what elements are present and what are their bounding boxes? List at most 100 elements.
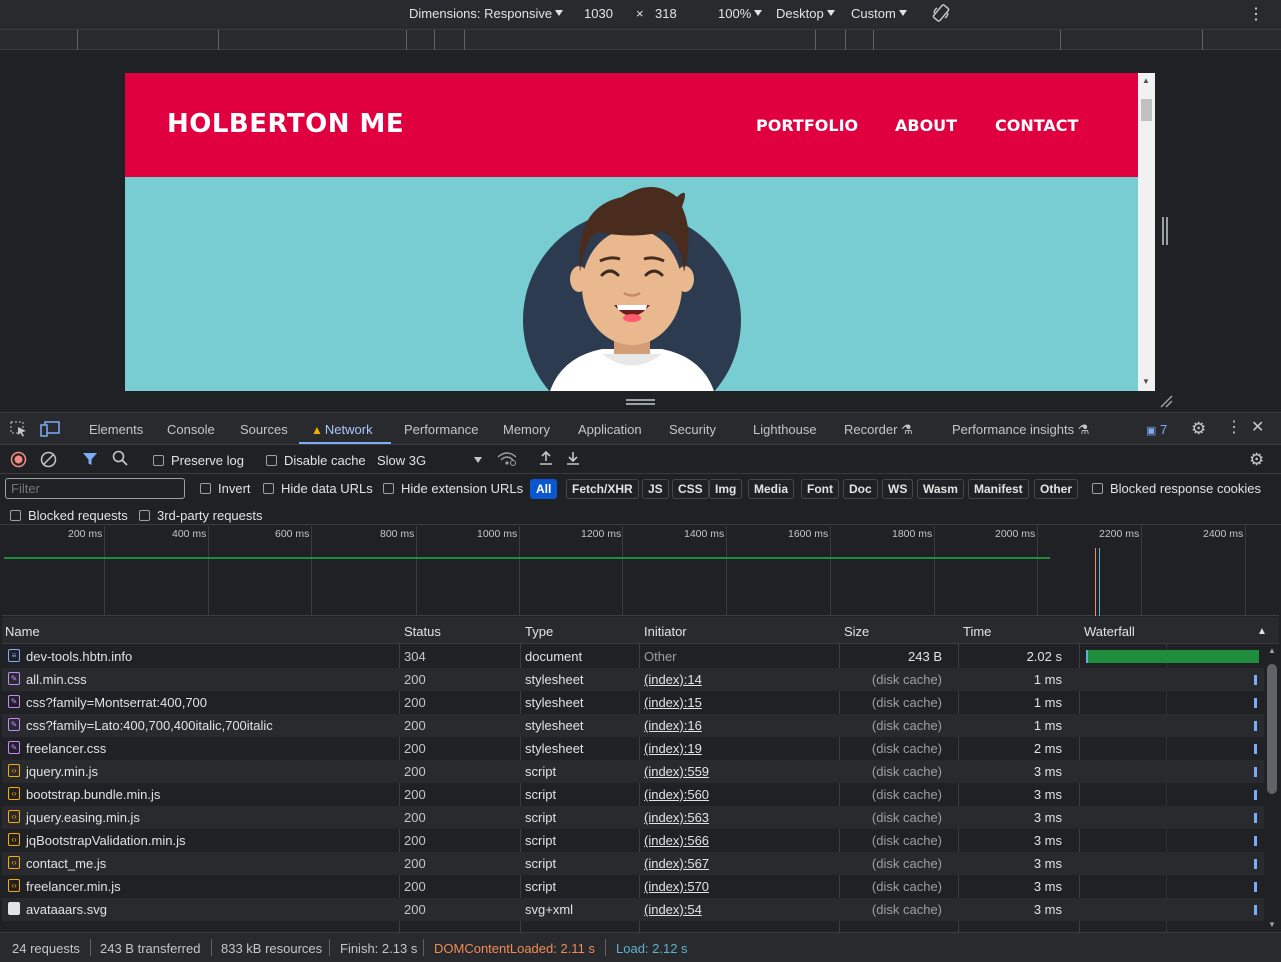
request-initiator[interactable]: (index):566 [644, 833, 709, 848]
tab-security[interactable]: Security [669, 422, 716, 437]
request-initiator[interactable]: (index):560 [644, 787, 709, 802]
request-name[interactable]: css?family=Montserrat:400,700 [26, 695, 207, 710]
dimensions-dropdown[interactable]: Dimensions: Responsive [409, 6, 564, 21]
type-filter-wasm[interactable]: Wasm [917, 479, 964, 499]
scrollbar-thumb[interactable] [1267, 664, 1277, 794]
request-initiator[interactable]: (index):567 [644, 856, 709, 871]
request-initiator[interactable]: (index):54 [644, 902, 702, 917]
request-name[interactable]: bootstrap.bundle.min.js [26, 787, 160, 802]
nav-link-portfolio[interactable]: PORTFOLIO [756, 116, 858, 135]
table-row[interactable]: ✎ css?family=Lato:400,700,400italic,700it… [2, 714, 1264, 737]
type-filter-font[interactable]: Font [801, 479, 839, 499]
type-filter-doc[interactable]: Doc [843, 479, 878, 499]
request-initiator[interactable]: (index):19 [644, 741, 702, 756]
hide-data-urls-checkbox[interactable]: Hide data URLs [263, 481, 373, 496]
import-har-icon[interactable] [538, 450, 554, 469]
column-header-type[interactable]: Type [525, 624, 553, 639]
close-icon[interactable]: ✕ [1251, 420, 1264, 436]
request-initiator[interactable]: (index):570 [644, 879, 709, 894]
column-header-name[interactable]: Name [5, 624, 40, 639]
sort-ascending-icon[interactable]: ▲ [1257, 626, 1267, 637]
type-filter-all[interactable]: All [530, 479, 558, 499]
request-initiator[interactable]: (index):16 [644, 718, 702, 733]
disable-cache-checkbox[interactable]: Disable cache [266, 453, 366, 468]
table-row[interactable]: ‹› jquery.easing.min.js 200 script (index):5… [2, 806, 1264, 829]
hide-extension-urls-checkbox[interactable]: Hide extension URLs [383, 481, 523, 496]
tab-recorder[interactable]: Recorder ⚗ [844, 422, 913, 438]
table-row[interactable]: avataaars.svg 200 svg+xml (index):54 (disk c… [2, 898, 1264, 921]
scrollbar-thumb[interactable] [1141, 99, 1152, 121]
height-input[interactable]: 318 [655, 6, 677, 21]
table-row[interactable]: ≡ dev-tools.hbtn.info 304 document Other 243 … [2, 645, 1264, 668]
request-name[interactable]: contact_me.js [26, 856, 106, 871]
device-type-dropdown[interactable]: Desktop [776, 6, 835, 21]
scroll-down-icon[interactable]: ▼ [1142, 377, 1150, 386]
search-icon[interactable] [112, 450, 128, 470]
network-settings-gear-icon[interactable]: ⚙ [1249, 451, 1264, 468]
table-row[interactable]: ‹› freelancer.min.js 200 script (index):570 (… [2, 875, 1264, 898]
resize-handle-bottom[interactable] [626, 399, 655, 405]
table-row[interactable]: ✎ all.min.css 200 stylesheet (index):14 (disk… [2, 668, 1264, 691]
resize-corner-icon[interactable] [1159, 394, 1173, 411]
scroll-up-icon[interactable]: ▲ [1268, 646, 1276, 655]
stop-recording-icon[interactable] [10, 451, 27, 471]
throttling-select[interactable]: Slow 3G [377, 453, 483, 468]
tab-network[interactable]: ▲ Network [311, 422, 373, 437]
table-row[interactable]: ‹› jqBootstrapValidation.min.js 200 script (… [2, 829, 1264, 852]
tab-memory[interactable]: Memory [503, 422, 550, 437]
more-vertical-icon[interactable]: ⋮ [1248, 4, 1264, 24]
request-initiator[interactable]: (index):14 [644, 672, 702, 687]
filter-icon[interactable] [82, 451, 98, 470]
throttle-dropdown[interactable]: Custom [851, 6, 907, 21]
request-name[interactable]: freelancer.min.js [26, 879, 121, 894]
type-filter-media[interactable]: Media [748, 479, 795, 499]
clear-icon[interactable] [40, 451, 57, 471]
table-row[interactable]: ‹› jquery.min.js 200 script (index):559 (disk… [2, 760, 1264, 783]
scroll-down-icon[interactable]: ▼ [1268, 920, 1276, 929]
request-name[interactable]: freelancer.css [26, 741, 106, 756]
request-initiator[interactable]: (index):559 [644, 764, 709, 779]
request-name[interactable]: avataaars.svg [26, 902, 107, 917]
tab-elements[interactable]: Elements [89, 422, 143, 437]
request-name[interactable]: jquery.min.js [26, 764, 98, 779]
tab-console[interactable]: Console [167, 422, 215, 437]
request-initiator[interactable]: (index):563 [644, 810, 709, 825]
table-row[interactable]: ‹› contact_me.js 200 script (index):567 (disk… [2, 852, 1264, 875]
table-row[interactable]: ✎ freelancer.css 200 stylesheet (index):19 (d… [2, 737, 1264, 760]
nav-link-contact[interactable]: CONTACT [995, 116, 1078, 135]
blocked-requests-checkbox[interactable]: Blocked requests [10, 508, 128, 523]
third-party-requests-checkbox[interactable]: 3rd-party requests [139, 508, 263, 523]
export-har-icon[interactable] [565, 450, 581, 469]
network-overview[interactable]: 200 ms 400 ms 600 ms 800 ms 1000 ms 1200… [2, 526, 1279, 616]
tab-performance-insights[interactable]: Performance insights ⚗ [952, 422, 1089, 438]
type-filter-ws[interactable]: WS [882, 479, 914, 499]
type-filter-fetch-xhr[interactable]: Fetch/XHR [566, 479, 639, 499]
site-brand[interactable]: HOLBERTON ME [167, 109, 404, 139]
table-row[interactable]: ✎ css?family=Montserrat:400,700 200 stylesh… [2, 691, 1264, 714]
request-name[interactable]: css?family=Lato:400,700,400italic,700ita… [26, 718, 273, 733]
column-header-waterfall[interactable]: Waterfall [1084, 624, 1135, 639]
more-vertical-icon[interactable]: ⋮ [1226, 420, 1242, 436]
issues-badge[interactable]: ▣ 7 [1146, 422, 1167, 437]
blocked-response-cookies-checkbox[interactable]: Blocked response cookies [1092, 481, 1261, 496]
type-filter-js[interactable]: JS [642, 479, 669, 499]
table-scrollbar[interactable]: ▲ ▼ [1265, 644, 1279, 932]
nav-link-about[interactable]: ABOUT [895, 116, 957, 135]
resize-handle-right[interactable] [1162, 217, 1168, 245]
type-filter-img[interactable]: Img [709, 479, 743, 499]
tab-sources[interactable]: Sources [240, 422, 288, 437]
filter-input[interactable] [5, 478, 185, 499]
type-filter-other[interactable]: Other [1034, 479, 1079, 499]
request-name[interactable]: jqBootstrapValidation.min.js [26, 833, 185, 848]
inspect-element-icon[interactable] [10, 421, 28, 440]
request-name[interactable]: all.min.css [26, 672, 87, 687]
viewport-scrollbar[interactable]: ▲ ▼ [1138, 73, 1155, 391]
tab-performance[interactable]: Performance [404, 422, 478, 437]
request-name[interactable]: jquery.easing.min.js [26, 810, 140, 825]
invert-checkbox[interactable]: Invert [200, 481, 251, 496]
zoom-dropdown[interactable]: 100% [718, 6, 763, 21]
type-filter-css[interactable]: CSS [672, 479, 709, 499]
width-input[interactable]: 1030 [584, 6, 613, 21]
preserve-log-checkbox[interactable]: Preserve log [153, 453, 244, 468]
type-filter-manifest[interactable]: Manifest [968, 479, 1029, 499]
